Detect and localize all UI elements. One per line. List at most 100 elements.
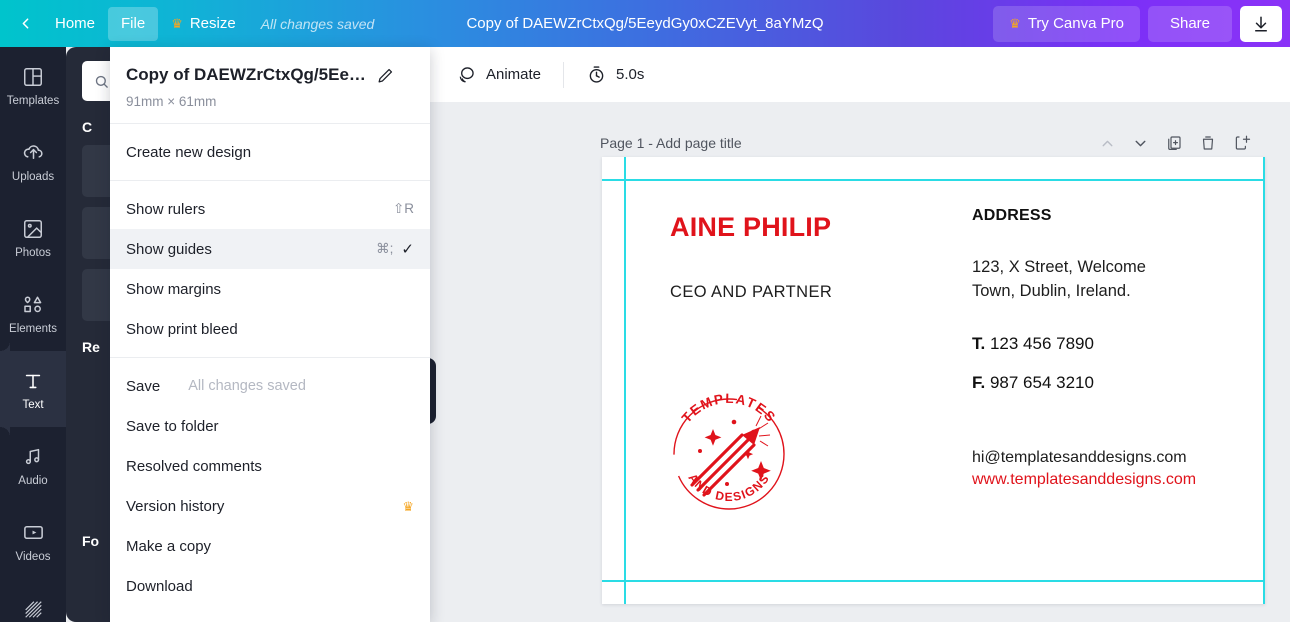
- menu-item-label: Make a copy: [126, 537, 212, 555]
- video-icon: [22, 520, 45, 546]
- header-actions: ♛ Try Canva Pro Share: [993, 0, 1282, 47]
- top-header: Home File ♛ Resize All changes saved Cop…: [0, 0, 1290, 47]
- saved-status: All changes saved: [260, 15, 375, 32]
- guide-horizontal-top: [602, 179, 1265, 181]
- photo-icon: [22, 216, 44, 242]
- menu-item-resolved-comments[interactable]: Resolved comments: [110, 446, 430, 486]
- card-fax[interactable]: F. 987 654 3210: [972, 373, 1094, 393]
- fax-prefix: F.: [972, 373, 986, 392]
- sidebar-item-elements[interactable]: Elements: [0, 275, 66, 351]
- menu-header: Copy of DAEWZrCtxQg/5Ee… 91mm × 61mm: [110, 47, 430, 123]
- card-website[interactable]: www.templatesanddesigns.com: [972, 471, 1196, 489]
- share-label: Share: [1169, 15, 1210, 32]
- menu-group-view: Show rulers ⇧R Show guides ⌘; ✓ Show mar…: [110, 181, 430, 357]
- menu-item-label: Save to folder: [126, 417, 219, 435]
- home-button[interactable]: Home: [42, 7, 108, 41]
- page-bar: Page 1 - Add page title: [600, 127, 1265, 159]
- tel-number: 123 456 7890: [989, 334, 1094, 353]
- sidebar-item-uploads[interactable]: Uploads: [0, 123, 66, 199]
- address-line-2: Town, Dublin, Ireland.: [972, 282, 1131, 300]
- sidebar-item-templates[interactable]: Templates: [0, 47, 66, 123]
- animate-button[interactable]: Animate: [444, 56, 553, 94]
- animate-label: Animate: [486, 66, 542, 83]
- menu-item-label: Download: [126, 577, 193, 595]
- menu-item-save-to-folder[interactable]: Save to folder: [110, 406, 430, 446]
- guide-vertical-right: [1263, 157, 1265, 604]
- music-note-icon: [22, 444, 44, 470]
- add-page-icon[interactable]: [1233, 134, 1251, 152]
- canvas-stage: Page 1 - Add page title AINE PHILIP CEO …: [430, 103, 1290, 622]
- templates-and-designs-stamp-logo[interactable]: TEMPLATES AND DESIGNS: [664, 389, 794, 519]
- menu-item-save[interactable]: Save All changes saved: [110, 366, 430, 406]
- back-chevron-left-icon[interactable]: [8, 7, 42, 41]
- crown-icon: ♛: [171, 16, 183, 31]
- card-address-body[interactable]: 123, X Street, Welcome Town, Dublin, Ire…: [972, 255, 1146, 303]
- sidebar-item-background[interactable]: Background: [0, 579, 66, 622]
- menu-item-sublabel: All changes saved: [188, 378, 306, 394]
- menu-item-label: Save: [126, 377, 161, 395]
- download-button[interactable]: [1240, 5, 1282, 42]
- menu-item-create-new-design[interactable]: Create new design: [110, 132, 430, 172]
- editor-toolbar: Animate 5.0s: [430, 47, 1290, 103]
- sidebar-item-label: Videos: [15, 550, 51, 563]
- sidebar-item-videos[interactable]: Videos: [0, 503, 66, 579]
- menu-item-make-a-copy[interactable]: Make a copy: [110, 526, 430, 566]
- stamp-top-text: TEMPLATES: [679, 391, 778, 426]
- timer-icon: [589, 66, 604, 83]
- card-telephone[interactable]: T. 123 456 7890: [972, 334, 1094, 354]
- try-canva-pro-button[interactable]: ♛ Try Canva Pro: [993, 5, 1140, 42]
- chevron-down-icon[interactable]: [1132, 135, 1149, 152]
- duration-button[interactable]: 5.0s: [574, 56, 656, 94]
- tel-prefix: T.: [972, 334, 986, 353]
- menu-item-shortcut: ⌘;: [376, 241, 394, 256]
- text-icon: [22, 368, 44, 394]
- guide-horizontal-bottom: [602, 580, 1265, 582]
- menu-item-version-history[interactable]: Version history ♛: [110, 486, 430, 526]
- menu-item-show-guides[interactable]: Show guides ⌘; ✓: [110, 229, 430, 269]
- pencil-icon[interactable]: [376, 66, 395, 85]
- divider: [563, 61, 565, 88]
- chevron-up-icon[interactable]: [1099, 135, 1116, 152]
- trash-icon[interactable]: [1199, 134, 1217, 152]
- menu-group-file: Save All changes saved Save to folder Re…: [110, 358, 430, 614]
- design-canvas[interactable]: AINE PHILIP CEO AND PARTNER ADDRESS 123,…: [602, 157, 1265, 604]
- address-line-1: 123, X Street, Welcome: [972, 258, 1146, 276]
- duplicate-page-icon[interactable]: [1165, 134, 1183, 152]
- search-icon: [95, 75, 108, 88]
- menu-item-label: Version history: [126, 497, 225, 515]
- card-address-heading[interactable]: ADDRESS: [972, 207, 1052, 225]
- menu-design-title: Copy of DAEWZrCtxQg/5Ee…: [126, 65, 366, 84]
- animate-circles-icon: [459, 67, 474, 83]
- sidebar-item-photos[interactable]: Photos: [0, 199, 66, 275]
- duration-label: 5.0s: [616, 66, 645, 83]
- menu-item-show-margins[interactable]: Show margins: [110, 269, 430, 309]
- sidebar-item-audio[interactable]: Audio: [0, 427, 66, 503]
- menu-item-show-rulers[interactable]: Show rulers ⇧R: [110, 189, 430, 229]
- sidebar-item-label: Text: [22, 398, 44, 411]
- menu-item-label: Create new design: [126, 143, 252, 161]
- resize-button[interactable]: ♛ Resize: [158, 7, 249, 41]
- templates-icon: [22, 64, 44, 90]
- menu-item-label: Show rulers: [126, 200, 206, 218]
- file-menu-button[interactable]: File: [108, 6, 159, 41]
- pro-label: Try Canva Pro: [1027, 15, 1124, 32]
- sidebar-item-label: Photos: [15, 246, 51, 259]
- sidebar-item-text[interactable]: Text: [0, 341, 66, 437]
- sidebar-item-label: Templates: [6, 94, 60, 107]
- check-icon: ✓: [401, 241, 414, 258]
- sidebar-item-label: Uploads: [11, 170, 55, 183]
- canva-editor: Home File ♛ Resize All changes saved Cop…: [0, 0, 1290, 622]
- menu-item-download[interactable]: Download: [110, 566, 430, 606]
- card-name-text[interactable]: AINE PHILIP: [670, 212, 831, 243]
- svg-text:TEMPLATES: TEMPLATES: [679, 391, 779, 426]
- menu-item-label: Show print bleed: [126, 320, 238, 338]
- share-button[interactable]: Share: [1147, 5, 1232, 42]
- file-dropdown-menu: Copy of DAEWZrCtxQg/5Ee… 91mm × 61mm Cre…: [110, 47, 430, 622]
- card-role-text[interactable]: CEO AND PARTNER: [670, 283, 832, 302]
- card-email[interactable]: hi@templatesanddesigns.com: [972, 449, 1187, 467]
- crown-icon: ♛: [402, 498, 414, 514]
- home-label: Home: [55, 15, 96, 32]
- page-title-label[interactable]: Page 1 - Add page title: [600, 135, 742, 151]
- menu-item-show-print-bleed[interactable]: Show print bleed: [110, 309, 430, 349]
- sidebar-item-label: Elements: [9, 322, 57, 335]
